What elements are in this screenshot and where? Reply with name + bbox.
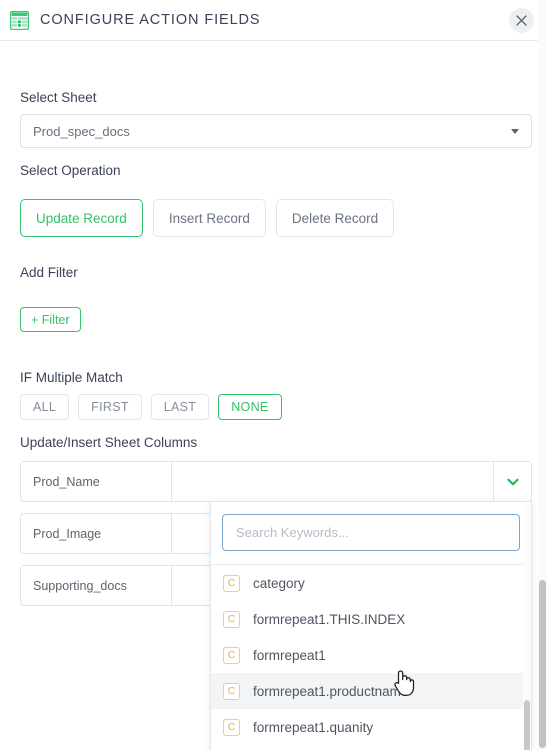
- select-operation-label: Select Operation: [20, 163, 121, 178]
- chevron-down-icon: [506, 473, 519, 491]
- list-item[interactable]: C formrepeat1.fileupload: [211, 745, 531, 750]
- list-item-label: formrepeat1.THIS.INDEX: [253, 611, 406, 627]
- column-badge-icon: C: [223, 682, 240, 700]
- list-item[interactable]: C formrepeat1.THIS.INDEX: [211, 601, 531, 637]
- operation-delete-record-button[interactable]: Delete Record: [275, 199, 395, 237]
- list-item-label: formrepeat1: [253, 647, 326, 663]
- spreadsheet-icon: [10, 10, 29, 30]
- multiple-match-first-button[interactable]: FIRST: [78, 394, 142, 420]
- close-button[interactable]: [509, 8, 534, 33]
- list-item[interactable]: C category: [211, 565, 531, 601]
- column-badge-icon: C: [223, 574, 240, 592]
- add-filter-button[interactable]: + Filter: [20, 307, 81, 332]
- add-filter-label: Add Filter: [20, 265, 78, 280]
- keyword-search-wrapper: [211, 502, 531, 565]
- column-key-label: Prod_Image: [20, 513, 172, 554]
- multiple-match-none-button[interactable]: NONE: [218, 394, 282, 420]
- multiple-match-last-button[interactable]: LAST: [150, 394, 210, 420]
- operation-insert-record-button[interactable]: Insert Record: [152, 199, 266, 237]
- column-key-label: Prod_Name: [20, 461, 172, 502]
- sheet-select-value: Prod_spec_docs: [33, 123, 130, 139]
- keyword-dropdown-panel: C category C formrepeat1.THIS.INDEX C fo…: [210, 501, 532, 750]
- multiple-match-all-button[interactable]: ALL: [20, 394, 70, 420]
- page-scrollbar[interactable]: [538, 0, 547, 750]
- operation-update-record-button[interactable]: Update Record: [20, 199, 143, 237]
- list-item[interactable]: C formrepeat1.quanity: [211, 709, 531, 745]
- dropdown-scrollbar[interactable]: [523, 502, 531, 750]
- search-input[interactable]: [222, 514, 520, 551]
- list-item-label: formrepeat1.productname: [253, 683, 409, 699]
- configure-action-fields-dialog: CONFIGURE ACTION FIELDS Select Sheet Pro…: [0, 0, 547, 750]
- column-dropdown-toggle[interactable]: [494, 461, 532, 502]
- page-scrollbar-thumb[interactable]: [539, 580, 546, 748]
- close-icon: [516, 15, 527, 26]
- column-badge-icon: C: [223, 718, 240, 736]
- if-multiple-match-label: IF Multiple Match: [20, 370, 123, 385]
- list-item[interactable]: C formrepeat1.productname: [211, 673, 531, 709]
- keyword-list: C category C formrepeat1.THIS.INDEX C fo…: [211, 565, 531, 750]
- table-row: Prod_Name: [20, 461, 532, 502]
- operation-button-group: Update Record Insert Record Delete Recor…: [20, 199, 395, 237]
- dialog-header: CONFIGURE ACTION FIELDS: [0, 0, 547, 41]
- select-sheet-label: Select Sheet: [20, 90, 97, 105]
- sheet-select-dropdown[interactable]: Prod_spec_docs: [20, 114, 532, 148]
- list-item[interactable]: C formrepeat1: [211, 637, 531, 673]
- column-badge-icon: C: [223, 646, 240, 664]
- column-value-input[interactable]: [172, 461, 494, 502]
- list-item-label: formrepeat1.quanity: [253, 719, 374, 735]
- column-badge-icon: C: [223, 610, 240, 628]
- column-key-label: Supporting_docs: [20, 565, 172, 606]
- dropdown-scrollbar-thumb[interactable]: [524, 700, 530, 750]
- multiple-match-button-group: ALL FIRST LAST NONE: [20, 394, 282, 420]
- sheet-columns-label: Update/Insert Sheet Columns: [20, 435, 198, 450]
- dialog-title: CONFIGURE ACTION FIELDS: [40, 12, 261, 28]
- list-item-label: category: [253, 575, 305, 591]
- caret-down-icon: [511, 128, 519, 134]
